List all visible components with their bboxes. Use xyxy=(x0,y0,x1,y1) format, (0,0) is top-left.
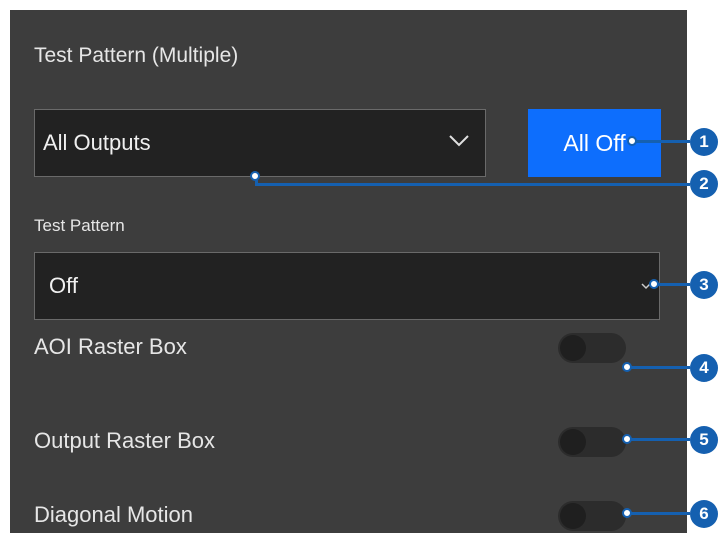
callout-dot xyxy=(627,136,637,146)
callout-dot xyxy=(250,171,260,181)
toggle-label: AOI Raster Box xyxy=(34,334,187,359)
aoi-raster-box-toggle[interactable] xyxy=(558,333,626,363)
toggle-label: Diagonal Motion xyxy=(34,502,193,527)
callout-marker-2: 2 xyxy=(690,170,718,198)
toggle-row-aoi-raster-box: AOI Raster Box xyxy=(34,328,634,368)
test-pattern-select[interactable]: Off xyxy=(34,252,660,320)
toggle-knob xyxy=(560,335,586,361)
callout-dot xyxy=(649,279,659,289)
test-pattern-label: Test Pattern xyxy=(34,216,125,235)
callout-line xyxy=(654,283,690,286)
callout-line xyxy=(627,438,690,441)
toggle-knob xyxy=(560,503,586,529)
toggle-row-output-raster-box: Output Raster Box xyxy=(34,422,634,462)
callout-line xyxy=(627,366,690,369)
callout-marker-6: 6 xyxy=(690,500,718,528)
toggle-label: Output Raster Box xyxy=(34,428,215,453)
callout-marker-3: 3 xyxy=(690,271,718,299)
callout-dot xyxy=(622,362,632,372)
chevron-down-icon xyxy=(449,135,469,147)
callout-dot xyxy=(622,508,632,518)
callout-line xyxy=(632,140,690,143)
toggle-knob xyxy=(560,429,586,455)
callout-dot xyxy=(622,434,632,444)
output-raster-box-toggle[interactable] xyxy=(558,427,626,457)
toggle-row-diagonal-motion: Diagonal Motion xyxy=(34,496,634,536)
test-pattern-value: Off xyxy=(49,273,78,298)
callout-marker-4: 4 xyxy=(690,354,718,382)
all-off-button[interactable]: All Off xyxy=(528,109,661,177)
outputs-select[interactable]: All Outputs xyxy=(34,109,486,177)
callout-marker-1: 1 xyxy=(690,128,718,156)
callout-line xyxy=(627,512,690,515)
outputs-select-value: All Outputs xyxy=(43,130,151,155)
test-pattern-panel: Test Pattern (Multiple) All Outputs All … xyxy=(10,10,687,533)
callout-line xyxy=(255,183,690,186)
callout-marker-5: 5 xyxy=(690,426,718,454)
panel-title: Test Pattern (Multiple) xyxy=(34,44,239,67)
diagonal-motion-toggle[interactable] xyxy=(558,501,626,531)
